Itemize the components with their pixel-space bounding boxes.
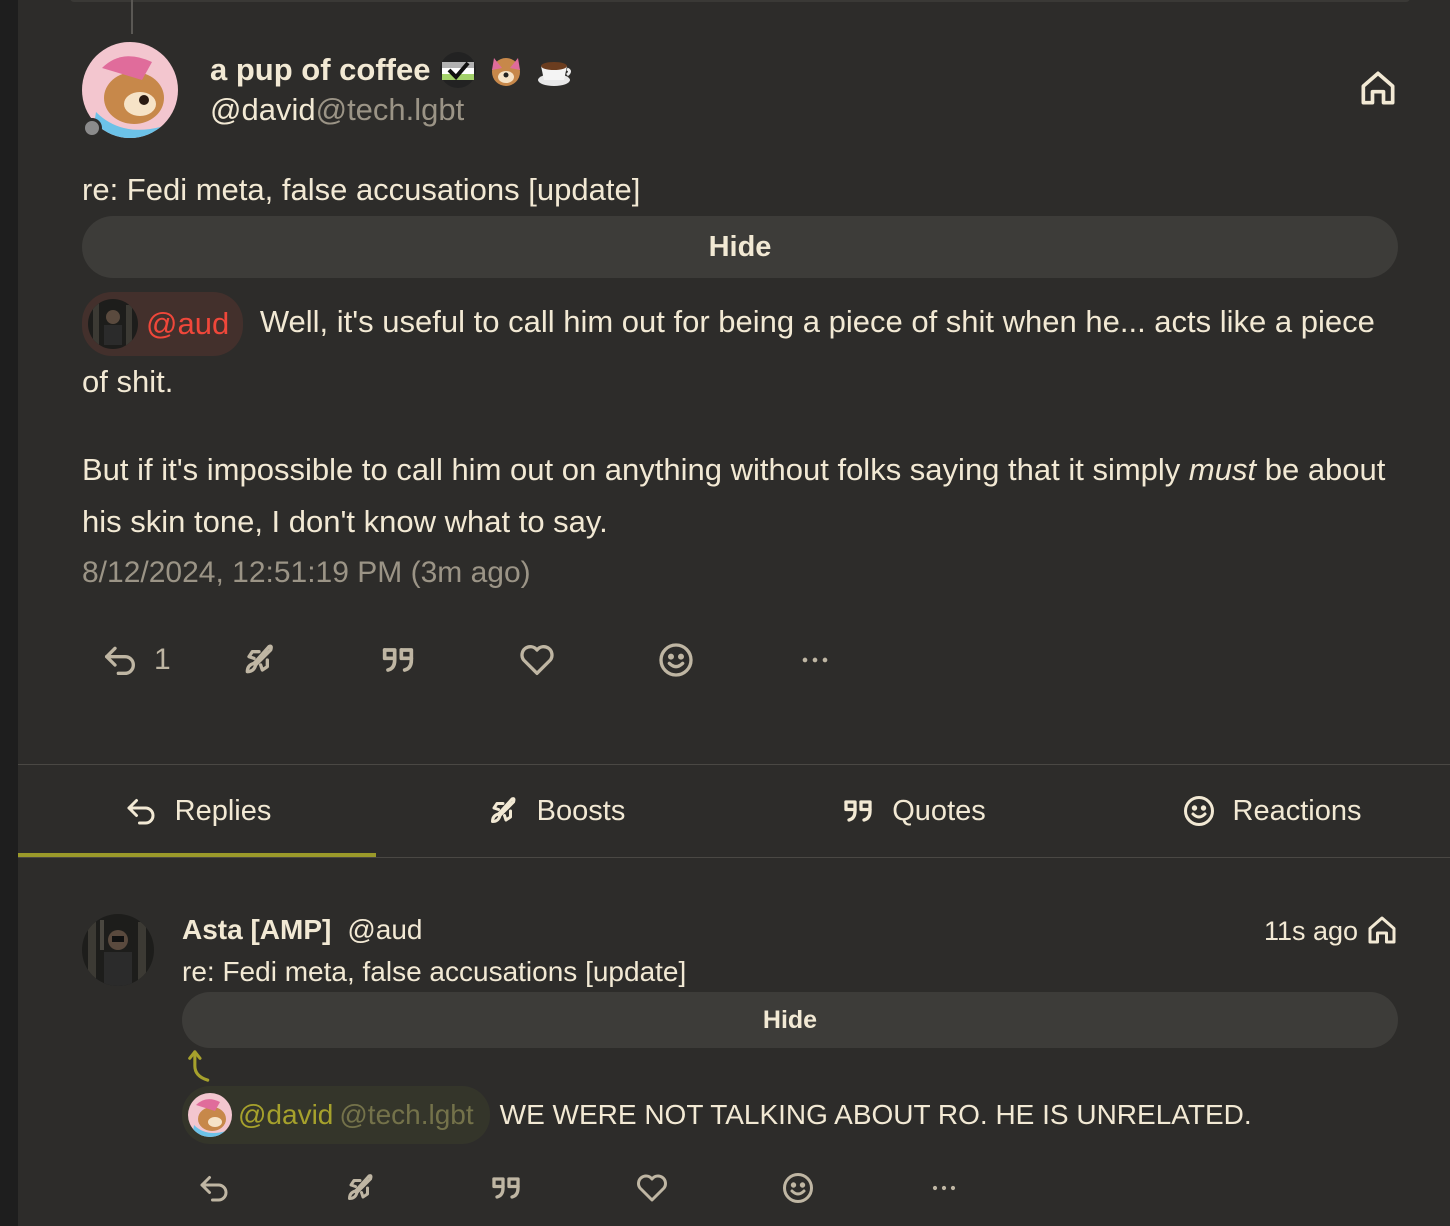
reply-count: 1 [154,643,171,676]
post-timestamp[interactable]: 8/12/2024, 12:51:19 PM (3m ago) [82,556,531,590]
more-icon [802,657,828,663]
more-icon [932,1185,956,1191]
emoji-reaction-icon [659,643,693,677]
quote-button[interactable] [378,640,517,680]
post-body: @aud Well, it's useful to call him out f… [82,292,1402,548]
boost-rocket-icon [245,644,273,674]
boost-rocket-icon [490,797,516,823]
heart-icon [520,645,554,675]
hide-button[interactable]: Hide [82,216,1398,278]
author-name-line: a pup of coffee [210,50,574,90]
reply-button[interactable]: 1 [100,640,239,680]
reply-quote-button[interactable] [488,1170,634,1206]
boost-rocket-icon [348,1174,373,1200]
reply-author-avatar[interactable] [82,914,154,986]
emoji-reaction-icon [1183,796,1214,826]
reply-icon [127,799,155,825]
reply-reply-button[interactable] [196,1170,342,1206]
mention-david[interactable]: @david @tech.lgbt [182,1086,490,1144]
reply-boost-button[interactable] [342,1170,488,1206]
heart-icon [637,1174,667,1202]
boost-button[interactable] [239,640,378,680]
post-paragraph-1: Well, it's useful to call him out for be… [82,304,1375,399]
reply-handle[interactable]: @aud [347,914,422,946]
in-reply-to-arrow-icon[interactable] [184,1048,216,1084]
previous-post-edge [70,0,1410,2]
checkmark-flag-emoji-icon [438,50,478,90]
author-handle[interactable]: @david@tech.lgbt [210,92,464,128]
reply-hide-button[interactable]: Hide [182,992,1398,1048]
quote-icon [844,800,872,822]
tab-replies[interactable]: Replies [18,765,376,857]
quote-icon [382,648,414,672]
emoji-reaction-icon [783,1173,813,1203]
reply-content-warning: re: Fedi meta, false accusations [update… [182,956,687,987]
tab-boosts[interactable]: Boosts [376,765,734,857]
reply-display-name[interactable]: Asta [AMP] [182,914,331,946]
coffee-cup-emoji-icon [534,50,574,90]
home-icon[interactable] [1356,66,1400,110]
reply-icon [105,646,135,675]
home-icon[interactable] [1364,912,1400,948]
more-button[interactable] [795,640,934,680]
post-actions: 1 [100,640,934,680]
reply-text: WE WERE NOT TALKING ABOUT RO. HE IS UNRE… [499,1099,1252,1130]
reply-more-button[interactable] [926,1170,1072,1206]
divider [18,857,1450,858]
thread-line [131,0,133,34]
reply-icon [200,1176,228,1202]
mention-aud[interactable]: @aud [82,292,244,356]
mention-avatar [188,1093,232,1137]
reply-author-line: Asta [AMP] @aud [182,914,422,946]
left-sidebar-edge [0,0,18,1226]
reply-body: @david @tech.lgbt WE WERE NOT TALKING ABO… [182,1086,1252,1144]
presence-indicator [82,118,102,138]
author-display-name[interactable]: a pup of coffee [210,52,430,88]
interaction-tabs: Replies Boosts Quotes Reactions [18,765,1450,857]
reply-timestamp[interactable]: 11s ago [1264,916,1358,947]
favourite-button[interactable] [517,640,656,680]
mention-avatar [88,299,138,349]
tab-reactions[interactable]: Reactions [1092,765,1450,857]
reply-favourite-button[interactable] [634,1170,780,1206]
reply-actions [196,1170,1072,1206]
tab-quotes[interactable]: Quotes [734,765,1092,857]
react-button[interactable] [656,640,795,680]
post-paragraph-2: But if it's impossible to call him out o… [82,452,1386,539]
reply-react-button[interactable] [780,1170,926,1206]
quote-icon [492,1177,520,1199]
dog-emoji-icon [486,50,526,90]
content-warning: re: Fedi meta, false accusations [update… [82,172,641,207]
